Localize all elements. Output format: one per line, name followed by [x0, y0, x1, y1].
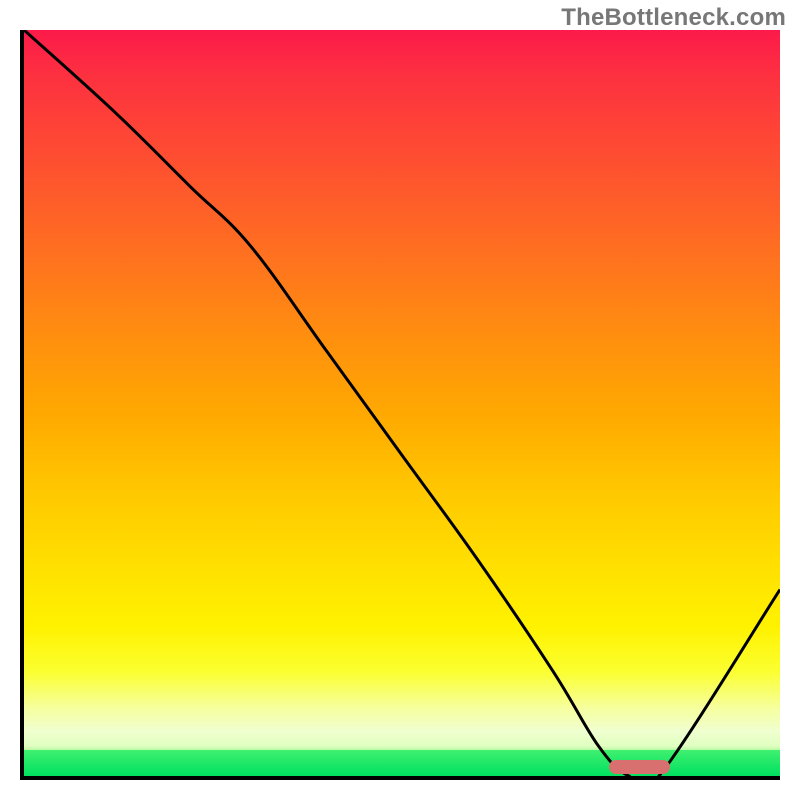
- bottleneck-curve: [24, 30, 780, 776]
- trough-marker: [609, 760, 670, 774]
- curve-path: [24, 30, 780, 776]
- plot-area: [20, 30, 780, 780]
- chart-container: TheBottleneck.com: [0, 0, 800, 800]
- watermark-text: TheBottleneck.com: [561, 4, 786, 32]
